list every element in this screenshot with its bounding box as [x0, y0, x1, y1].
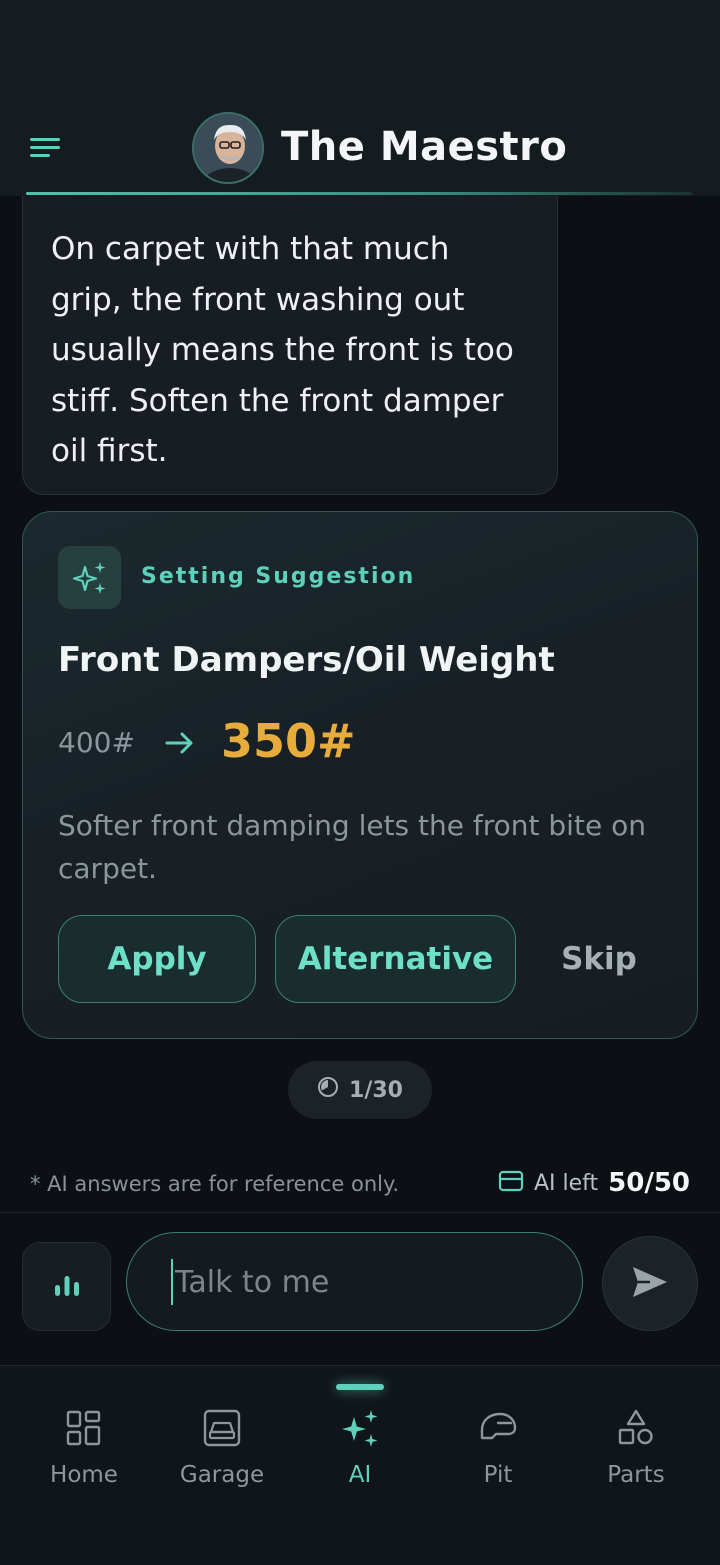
hamburger-menu-icon[interactable]: [30, 138, 62, 160]
nav-item-garage[interactable]: Garage: [153, 1366, 291, 1516]
send-button[interactable]: [602, 1236, 698, 1331]
app-root: The Maestro On carpet with that much gri…: [0, 0, 720, 1565]
sparkles-icon: [340, 1408, 380, 1448]
send-icon: [630, 1264, 670, 1304]
nav-item-parts[interactable]: Parts: [567, 1366, 705, 1516]
voice-button[interactable]: [22, 1242, 111, 1331]
quota-value: 50/50: [608, 1168, 690, 1198]
grid-icon: [64, 1408, 104, 1448]
car-icon: [202, 1408, 242, 1448]
chat-input[interactable]: [171, 1259, 551, 1305]
assistant-message-bubble: On carpet with that much grip, the front…: [22, 196, 558, 495]
suggestion-description: Softer front damping lets the front bite…: [58, 809, 646, 885]
timer-icon: [317, 1076, 339, 1104]
composer-divider: [0, 1212, 720, 1213]
new-value: 350#: [221, 714, 356, 768]
disclaimer-text: * AI answers are for reference only.: [30, 1172, 400, 1196]
ai-quota: AI left 50/50: [498, 1168, 690, 1198]
counter-text: 1/30: [349, 1077, 403, 1103]
suggestion-title: Front Dampers/Oil Weight: [58, 640, 555, 680]
app-header: The Maestro: [0, 0, 720, 196]
audio-bars-icon: [52, 1270, 82, 1304]
assistant-avatar[interactable]: [192, 112, 264, 184]
header-divider: [26, 192, 692, 195]
helmet-icon: [478, 1408, 518, 1448]
arrow-right-icon: [163, 726, 197, 760]
nav-label-garage: Garage: [179, 1462, 265, 1488]
assistant-message-text: On carpet with that much grip, the front…: [51, 231, 514, 469]
apply-button[interactable]: Apply: [58, 915, 256, 1003]
setting-suggestion-card: Setting Suggestion Front Dampers/Oil Wei…: [22, 511, 698, 1039]
nav-item-ai[interactable]: AI: [291, 1366, 429, 1516]
page-title: The Maestro: [281, 124, 568, 170]
nav-label-pit: Pit: [483, 1462, 513, 1488]
skip-button[interactable]: Skip: [537, 915, 661, 1003]
credit-card-icon: [498, 1170, 524, 1196]
suggestion-kicker: Setting Suggestion: [141, 564, 416, 589]
old-value: 400#: [58, 726, 135, 759]
nav-item-home[interactable]: Home: [15, 1366, 153, 1516]
nav-label-parts: Parts: [607, 1462, 665, 1488]
bottom-navigation: Home Garage AI Pit Parts: [0, 1365, 720, 1565]
quota-label: AI left: [533, 1170, 599, 1196]
sparkles-icon: [58, 546, 121, 609]
message-counter: 1/30: [288, 1061, 432, 1119]
nav-label-ai: AI: [348, 1462, 372, 1488]
nav-item-pit[interactable]: Pit: [429, 1366, 567, 1516]
chat-input-container: [126, 1232, 583, 1331]
alternative-button[interactable]: Alternative: [275, 915, 516, 1003]
nav-label-home: Home: [50, 1462, 118, 1488]
shapes-icon: [616, 1408, 656, 1448]
